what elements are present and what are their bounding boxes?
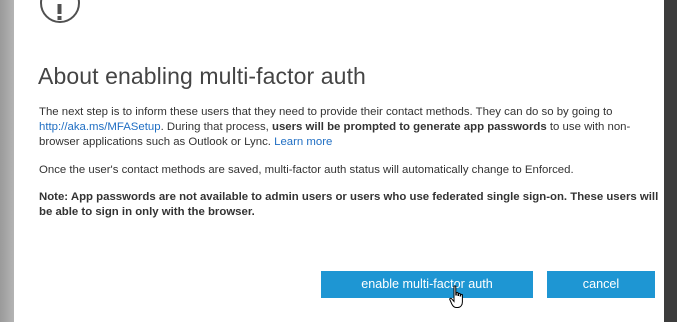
instructions-text-b: . During that process, xyxy=(160,121,269,133)
note-paragraph: Note: App passwords are not available to… xyxy=(39,191,659,218)
page-overlay-left xyxy=(0,0,14,322)
instructions-bold-text: users will be prompted to generate app p… xyxy=(272,121,547,133)
exclamation-circle-icon xyxy=(40,0,80,23)
enable-mfa-button[interactable]: enable multi-factor auth xyxy=(321,271,533,298)
learn-more-link[interactable]: Learn more xyxy=(274,136,332,148)
page-overlay-right xyxy=(664,0,677,322)
cancel-button[interactable]: cancel xyxy=(547,271,655,298)
mfa-setup-link[interactable]: http://aka.ms/MFASetup xyxy=(39,121,161,133)
hand-cursor-icon xyxy=(449,285,467,309)
mfa-dialog: About enabling multi-factor auth The nex… xyxy=(14,0,664,322)
instructions-text-a: The next step is to inform these users t… xyxy=(39,106,613,118)
status-paragraph: Once the user's contact methods are save… xyxy=(39,164,574,176)
dialog-title: About enabling multi-factor auth xyxy=(38,63,366,89)
instructions-paragraph: The next step is to inform these users t… xyxy=(39,105,659,150)
